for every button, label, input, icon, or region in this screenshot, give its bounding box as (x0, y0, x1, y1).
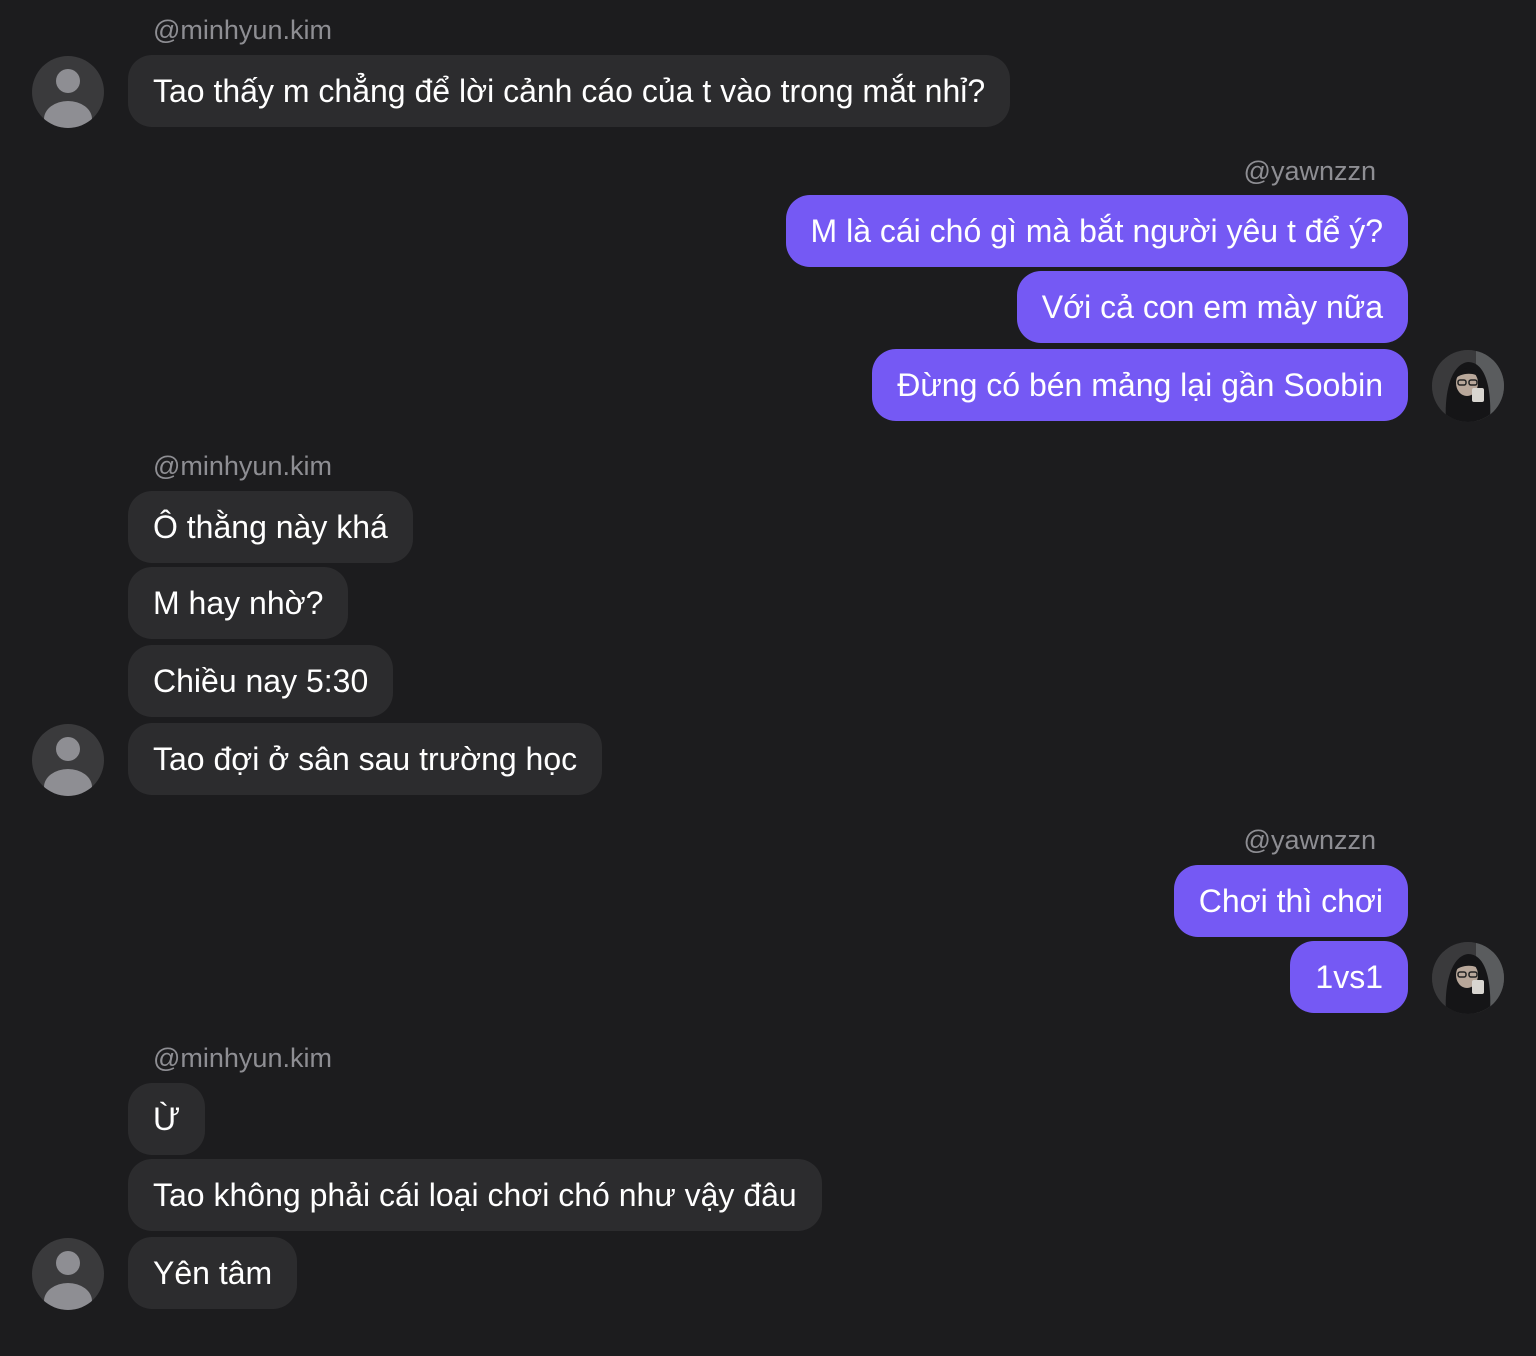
message-bubble-outgoing[interactable]: Đừng có bén mảng lại gần Soobin (872, 349, 1408, 421)
sender-name: @yawnzzn (1243, 825, 1376, 855)
message-bubble-outgoing[interactable]: M là cái chó gì mà bắt người yêu t để ý? (785, 195, 1408, 267)
message-bubble-outgoing[interactable]: Với cả con em mày nữa (1016, 271, 1408, 343)
person-icon-head (56, 1251, 80, 1275)
sender-avatar[interactable] (32, 56, 104, 128)
person-icon-shoulders (44, 101, 92, 128)
sender-name: @minhyun.kim (153, 451, 332, 481)
sender-avatar[interactable] (32, 724, 104, 796)
message-bubble-incoming[interactable]: Tao thấy m chẳng để lời cảnh cáo của t v… (128, 55, 1011, 127)
message-bubble-incoming[interactable]: Chiều nay 5:30 (128, 645, 394, 717)
person-icon-head (56, 737, 80, 761)
message-bubble-incoming[interactable]: Yên tâm (128, 1237, 298, 1309)
message-bubble-incoming[interactable]: M hay nhờ? (128, 567, 349, 639)
message-bubble-incoming[interactable]: Ừ (128, 1083, 206, 1155)
person-icon-head (56, 69, 80, 93)
message-bubble-outgoing[interactable]: Chơi thì chơi (1173, 865, 1408, 937)
message-bubble-incoming[interactable]: Ô thằng này khá (128, 491, 413, 563)
user-photo-icon (1432, 350, 1504, 422)
user-photo-icon (1432, 942, 1504, 1014)
message-bubble-outgoing[interactable]: 1vs1 (1290, 941, 1408, 1013)
user-photo-avatar[interactable] (1432, 350, 1504, 422)
person-icon-shoulders (44, 769, 92, 796)
sender-avatar[interactable] (32, 1238, 104, 1310)
sender-name: @yawnzzn (1243, 156, 1376, 186)
sender-name: @minhyun.kim (153, 15, 332, 45)
message-bubble-incoming[interactable]: Tao đợi ở sân sau trường học (128, 723, 603, 795)
person-icon-shoulders (44, 1283, 92, 1310)
sender-name: @minhyun.kim (153, 1043, 332, 1073)
message-bubble-incoming[interactable]: Tao không phải cái loại chơi chó như vậy… (128, 1159, 822, 1231)
user-photo-avatar[interactable] (1432, 942, 1504, 1014)
